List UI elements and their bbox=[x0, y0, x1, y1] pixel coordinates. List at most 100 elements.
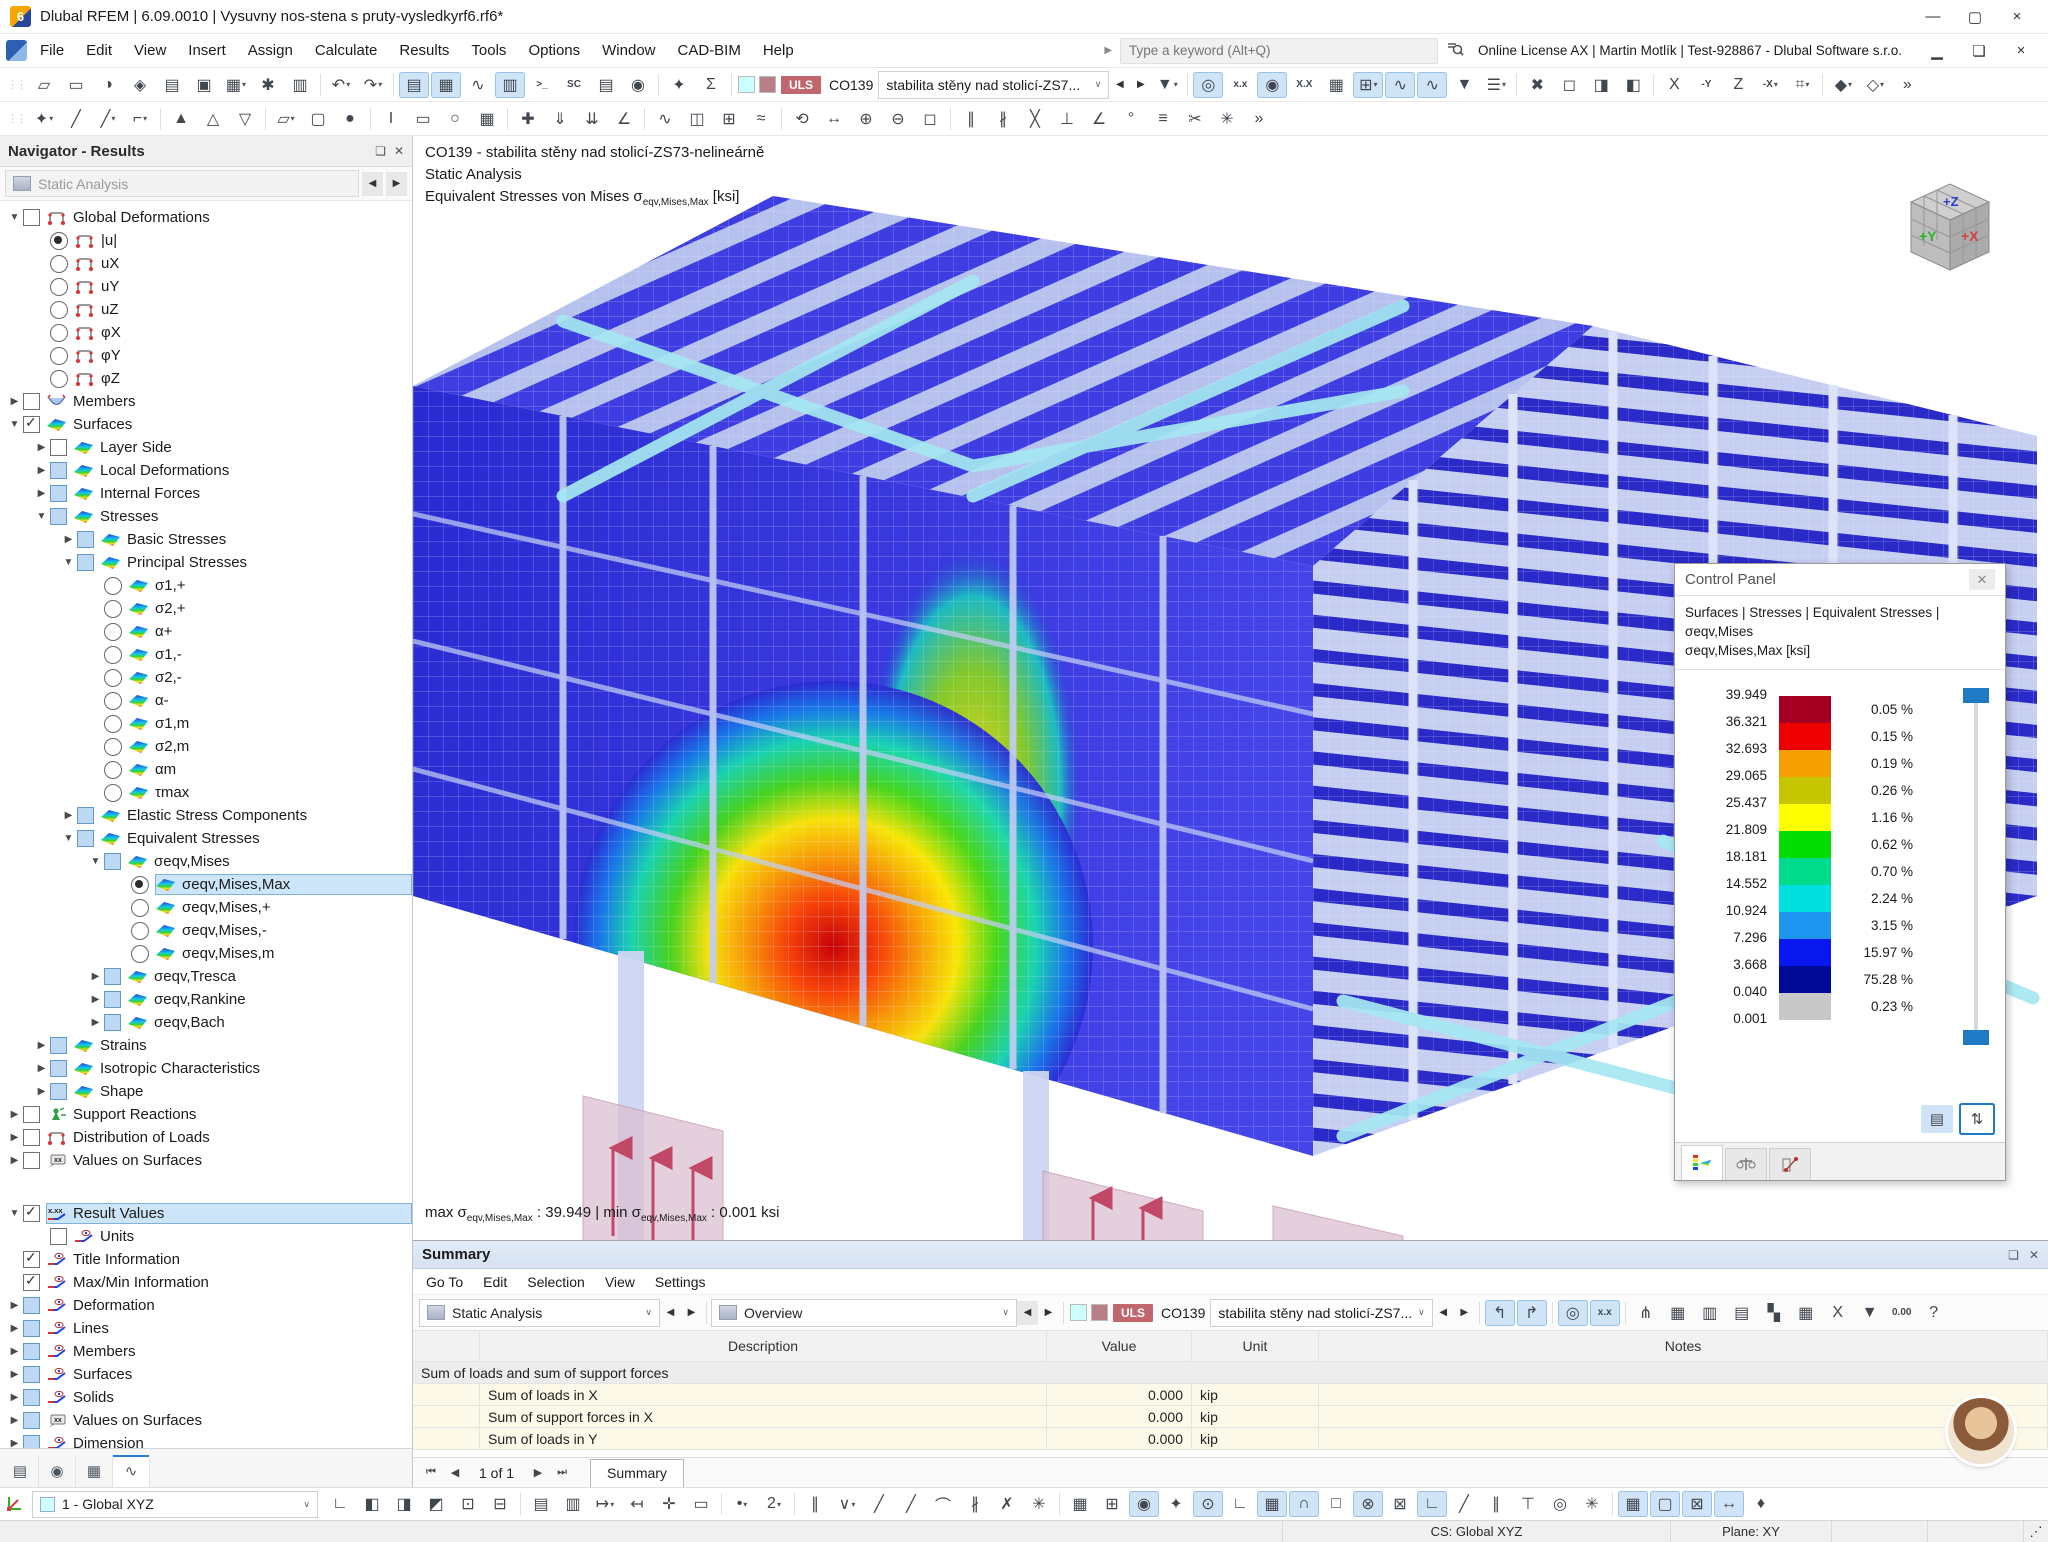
new-printout-report-button[interactable]: ✱ bbox=[253, 72, 283, 98]
tree-item-label[interactable]: uZ bbox=[101, 301, 119, 318]
tree-item-body[interactable]: x.xx Result Values bbox=[46, 1203, 412, 1224]
tree-item-body[interactable]: σeqv,Mises bbox=[127, 851, 412, 872]
measure-angle-button[interactable]: ∠ bbox=[1084, 106, 1114, 132]
tree-item-body[interactable]: σ2,- bbox=[128, 667, 412, 688]
intersection-snap-button[interactable]: ✳ bbox=[1577, 1491, 1607, 1517]
tree-item-label[interactable]: Principal Stresses bbox=[127, 554, 247, 571]
tree-item-body[interactable]: Distribution of Loads bbox=[46, 1127, 412, 1148]
perpendicular-line-button[interactable]: ⊥ bbox=[1052, 106, 1082, 132]
trim-tool-button[interactable]: ✗ bbox=[992, 1491, 1022, 1517]
tree-expand-icon[interactable]: ▶ bbox=[33, 1040, 50, 1051]
measure-tool-button[interactable]: ↔ bbox=[1714, 1491, 1744, 1517]
tree-expand-icon[interactable]: ▶ bbox=[6, 1392, 23, 1403]
navigator-close-icon[interactable]: ✕ bbox=[394, 144, 404, 158]
tree-item--y[interactable]: φY bbox=[0, 344, 412, 367]
tree-item-label[interactable]: Members bbox=[73, 393, 136, 410]
tree-item-label[interactable]: Solids bbox=[73, 1389, 114, 1406]
open-model-button[interactable]: ▭ bbox=[61, 72, 91, 98]
more-edit-tools-button[interactable]: » bbox=[1244, 106, 1274, 132]
object-snap-button[interactable]: ◉ bbox=[1129, 1491, 1159, 1517]
intersect-lines-button[interactable]: ╳ bbox=[1020, 106, 1050, 132]
tree-item-body[interactable]: Solids bbox=[46, 1387, 412, 1408]
tree-item-body[interactable]: σ1,- bbox=[128, 644, 412, 665]
tree-item-layer-side[interactable]: ▶ Layer Side bbox=[0, 436, 412, 459]
box-deselect-button[interactable]: ◨ bbox=[389, 1491, 419, 1517]
summary-analysis-combo[interactable]: Static Analysis ∨ bbox=[419, 1298, 660, 1327]
tree-item-label[interactable]: Isotropic Characteristics bbox=[100, 1060, 260, 1077]
tree-item-elastic-stress-components[interactable]: ▶ Elastic Stress Components bbox=[0, 804, 412, 827]
radio-off[interactable] bbox=[50, 254, 68, 273]
tree-item-body[interactable]: Isotropic Characteristics bbox=[73, 1058, 412, 1079]
tree-collapse-icon[interactable]: ▼ bbox=[6, 1208, 23, 1219]
minimize-button[interactable]: — bbox=[1912, 3, 1954, 31]
model-data-button[interactable]: ◈ bbox=[125, 72, 155, 98]
new-node-on-line-button[interactable]: ● bbox=[335, 106, 365, 132]
zoom-out-button[interactable]: ⊖ bbox=[883, 106, 913, 132]
snap-points-button[interactable]: • ▾ bbox=[727, 1491, 757, 1517]
tree-item-label[interactable]: αm bbox=[155, 761, 176, 778]
result-values-button[interactable]: x.x bbox=[1225, 72, 1255, 98]
tree-item-equivalent-stresses[interactable]: ▼ Equivalent Stresses bbox=[0, 827, 412, 850]
checkbox-off[interactable] bbox=[23, 209, 40, 226]
radio-off[interactable] bbox=[50, 277, 68, 296]
table-help-button[interactable]: ? bbox=[1919, 1300, 1949, 1326]
center-snap-button[interactable]: ⊙ bbox=[1193, 1491, 1223, 1517]
tree-item-surfaces[interactable]: ▶ Surfaces bbox=[0, 1363, 412, 1386]
tree-item-label[interactable]: Strains bbox=[100, 1037, 147, 1054]
summary-analysis-prev-button[interactable]: ◀ bbox=[660, 1301, 681, 1325]
checkbox-part[interactable] bbox=[104, 991, 121, 1008]
view-in-x-button[interactable]: X bbox=[1659, 72, 1689, 98]
tree-item-body[interactable]: uX bbox=[74, 253, 412, 274]
new-node-button[interactable]: ✦ ▾ bbox=[29, 106, 59, 132]
menu-options[interactable]: Options bbox=[517, 38, 591, 63]
radio-off[interactable] bbox=[50, 369, 68, 388]
new-member-load-button[interactable]: ⇓ bbox=[545, 106, 575, 132]
edit-model-button[interactable]: ▤ bbox=[157, 72, 187, 98]
tree-item-label[interactable]: σ2,- bbox=[155, 669, 182, 686]
tree-item-body[interactable]: xx Values on Surfaces bbox=[46, 1150, 412, 1171]
checkbox-part[interactable] bbox=[23, 1343, 40, 1360]
new-surface-load-button[interactable]: ⇊ bbox=[577, 106, 607, 132]
new-nodal-support-button[interactable]: ▲ bbox=[166, 106, 196, 132]
tree-item-members[interactable]: ▶ Members bbox=[0, 1340, 412, 1363]
tree-item-body[interactable]: α+ bbox=[128, 621, 412, 642]
radio-off[interactable] bbox=[104, 783, 122, 802]
tree-item-label[interactable]: σeqv,Bach bbox=[154, 1014, 225, 1031]
tree-item-label[interactable]: φZ bbox=[101, 370, 120, 387]
tree-item-label[interactable]: Basic Stresses bbox=[127, 531, 226, 548]
perpendicular-snap-button[interactable]: ∟ bbox=[1417, 1491, 1447, 1517]
control-panel-titlebar[interactable]: Control Panel ✕ bbox=[1675, 564, 2005, 596]
tree-item-body[interactable]: σ2,+ bbox=[128, 598, 412, 619]
tree-item-body[interactable]: σeqv,Tresca bbox=[127, 966, 412, 987]
tree-item-body[interactable]: Support Reactions bbox=[46, 1104, 412, 1125]
new-nodal-load-button[interactable]: ✚ bbox=[513, 106, 543, 132]
script-console-button[interactable]: SC bbox=[559, 72, 589, 98]
table-layout-button[interactable]: ▦ bbox=[1663, 1300, 1693, 1326]
tree-expand-icon[interactable]: ▶ bbox=[6, 1300, 23, 1311]
cube-x-label[interactable]: +X bbox=[1961, 228, 1979, 244]
checkbox-on[interactable] bbox=[23, 414, 40, 433]
tree-item-body[interactable]: σeqv,Rankine bbox=[127, 989, 412, 1010]
tree-item--1-[interactable]: σ1,- bbox=[0, 643, 412, 666]
console-toggle-button[interactable]: >_ bbox=[527, 72, 557, 98]
tree-item-label[interactable]: σ2,m bbox=[155, 738, 189, 755]
tree-item-dimension[interactable]: ▶ Dimension bbox=[0, 1432, 412, 1448]
menu-window[interactable]: Window bbox=[591, 38, 666, 63]
box-zoom-mode-button[interactable]: □ bbox=[1321, 1491, 1351, 1517]
clipping-box-button[interactable]: ◫ bbox=[682, 106, 712, 132]
tree-item-label[interactable]: σeqv,Mises bbox=[154, 853, 230, 870]
parallel-lines-button[interactable]: ∥ bbox=[956, 106, 986, 132]
previous-load-case-button[interactable]: ◀ bbox=[1109, 73, 1130, 97]
summary-sheet-tab[interactable]: Summary bbox=[590, 1458, 684, 1487]
print-button[interactable]: ▦ ▾ bbox=[221, 72, 251, 98]
tree-item-label[interactable]: σ1,m bbox=[155, 715, 189, 732]
menu-help[interactable]: Help bbox=[752, 38, 805, 63]
tree-item-label[interactable]: Shape bbox=[100, 1083, 143, 1100]
tree-item-strains[interactable]: ▶ Strains bbox=[0, 1034, 412, 1057]
radio-off[interactable] bbox=[104, 599, 122, 618]
tree-item-label[interactable]: Global Deformations bbox=[73, 209, 210, 226]
previous-page-button[interactable]: ◀ bbox=[445, 1466, 465, 1479]
radio-off[interactable] bbox=[104, 737, 122, 756]
resize-grip[interactable]: ⋰ bbox=[2024, 1521, 2048, 1542]
tree-item-body[interactable]: σeqv,Mises,m bbox=[155, 943, 412, 964]
